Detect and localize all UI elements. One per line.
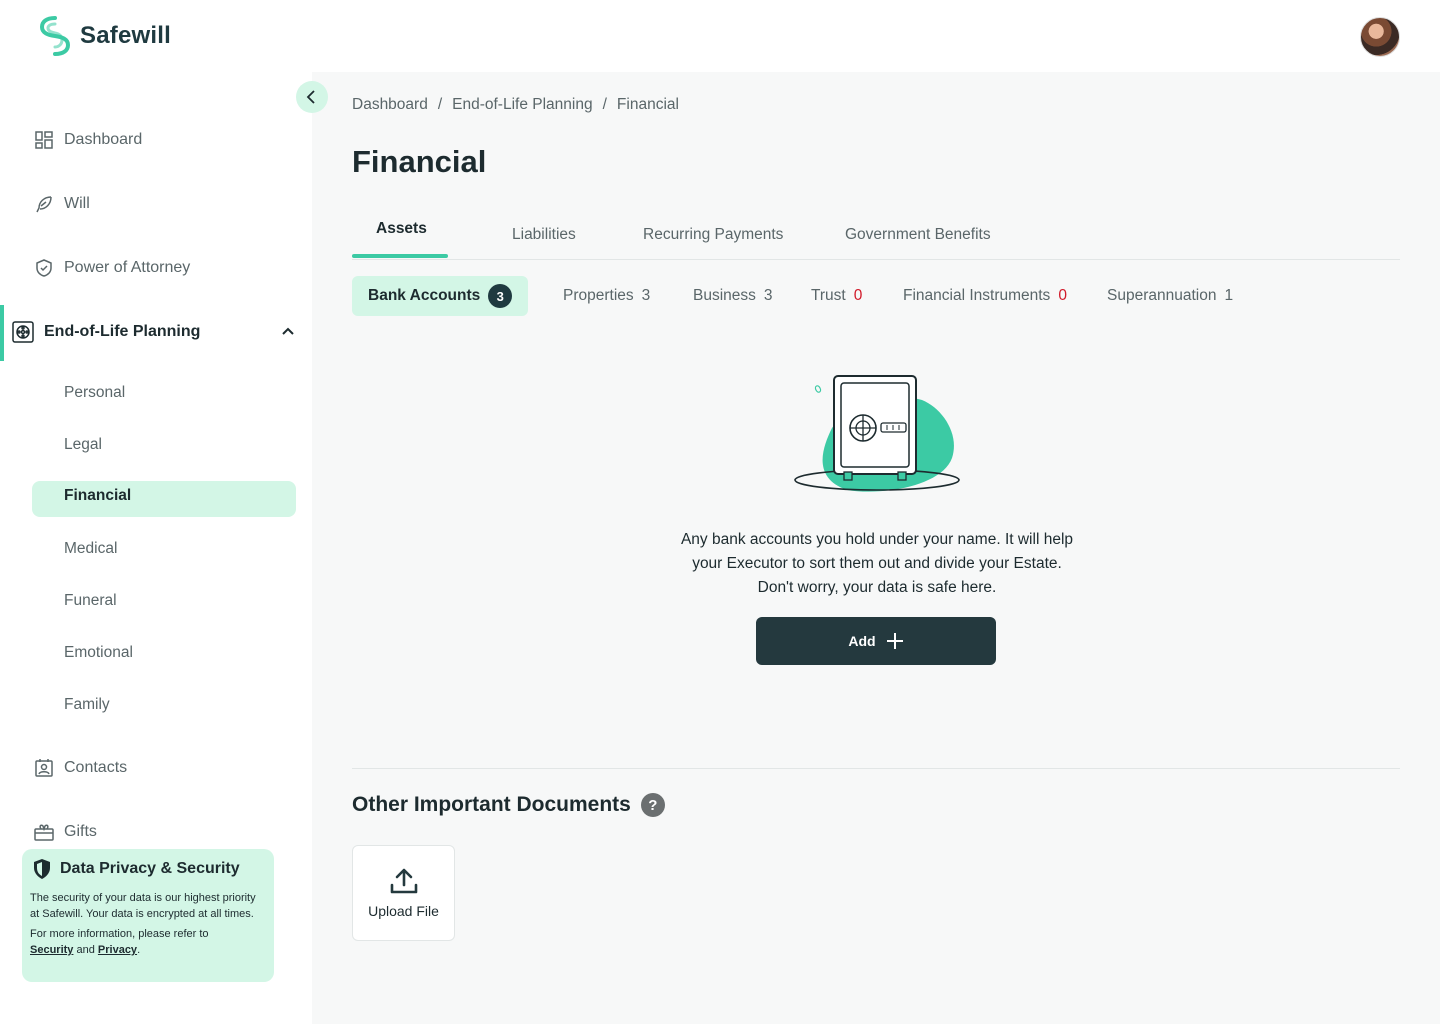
subtab-count-badge: 3 [488, 284, 513, 308]
sidebar-item-label: End-of-Life Planning [44, 323, 201, 340]
empty-state-text: Any bank accounts you hold under your na… [652, 528, 1102, 600]
subtab-label: Financial Instruments [903, 287, 1051, 304]
sidebar-subitem-family[interactable]: Family [64, 693, 110, 717]
sidebar-item-dashboard[interactable]: Dashboard [34, 124, 142, 156]
section-divider [352, 768, 1400, 769]
contact-card-icon [35, 759, 53, 777]
sidebar-item-power-of-attorney[interactable]: Power of Attorney [34, 252, 190, 284]
subtab-label: Bank Accounts [368, 287, 481, 304]
subtab-count: 3 [641, 287, 651, 304]
other-documents-heading: Other Important Documents ? [352, 793, 665, 817]
active-tab-underline [352, 254, 448, 258]
sidebar-item-label: Dashboard [64, 131, 143, 148]
sidebar-subitem-financial-label: Financial [64, 487, 132, 504]
subtab-count: 0 [1058, 287, 1067, 304]
privacy-card-body: The security of your data is our highest… [30, 890, 266, 958]
empty-state-line: Any bank accounts you hold under your na… [680, 531, 1074, 548]
subtab-count: 1 [1224, 287, 1234, 304]
sidebar-item-label: Gifts [64, 823, 97, 840]
security-link[interactable]: Security [30, 944, 73, 956]
sidebar-subitem-funeral[interactable]: Funeral [64, 589, 117, 613]
sidebar-subitem-medical[interactable]: Medical [64, 537, 117, 561]
upload-file-label: Upload File [368, 903, 439, 919]
upload-file-button[interactable]: Upload File [352, 845, 455, 941]
shield-check-icon [34, 859, 50, 879]
subtab-financial-instruments[interactable]: Financial Instruments 0 [903, 276, 1067, 316]
add-bank-account-button[interactable]: Add [756, 617, 996, 665]
subtab-label: Superannuation [1107, 287, 1217, 304]
tab-liabilities[interactable]: Liabilities [512, 226, 576, 260]
dashboard-icon [35, 131, 53, 149]
privacy-period: . [137, 944, 141, 956]
subtab-label: Trust [811, 287, 846, 304]
privacy-card-title: Data Privacy & Security [60, 860, 240, 877]
sidebar-subitem-legal[interactable]: Legal [64, 433, 102, 457]
subtab-business[interactable]: Business 3 [693, 276, 773, 316]
breadcrumb-separator: / [602, 96, 607, 113]
film-reel-icon [12, 321, 34, 343]
breadcrumb-separator: / [437, 96, 443, 113]
sidebar-subitem-emotional[interactable]: Emotional [64, 641, 133, 665]
user-avatar[interactable] [1360, 17, 1400, 57]
breadcrumb-end-of-life-planning[interactable]: End-of-Life Planning [452, 96, 592, 114]
empty-state-line: your Executor to sort them out and divid… [692, 555, 1062, 572]
plus-icon [886, 633, 903, 649]
safe-illustration [794, 375, 960, 492]
shield-icon [36, 259, 52, 277]
privacy-more-text: For more information, please refer to [30, 928, 209, 940]
tab-assets[interactable]: Assets [376, 220, 427, 254]
subtab-trust[interactable]: Trust 0 [811, 276, 862, 316]
sidebar-item-label: Contacts [64, 759, 128, 776]
page-title: Financial [352, 144, 487, 179]
privacy-link[interactable]: Privacy [98, 944, 137, 956]
subtab-label: Business [693, 287, 756, 304]
active-section-indicator [0, 305, 4, 361]
collapse-sidebar-button[interactable] [296, 81, 328, 113]
help-icon[interactable]: ? [640, 793, 665, 817]
subtab-properties[interactable]: Properties 3 [563, 276, 650, 316]
sidebar-item-gifts[interactable]: Gifts [34, 816, 97, 848]
subtab-bank-accounts[interactable]: Bank Accounts 3 [352, 276, 529, 316]
empty-state-line: Don't worry, your data is safe here. [757, 579, 997, 596]
top-bar: Safewill [0, 0, 1440, 72]
feather-icon [36, 196, 52, 213]
privacy-card-text: The security of your data is our highest… [30, 892, 256, 920]
chevron-up-icon[interactable] [280, 324, 296, 340]
main-content: Dashboard / End-of-Life Planning / Finan… [312, 72, 1440, 1024]
subtab-count: 3 [763, 287, 773, 304]
upload-icon [390, 868, 417, 894]
safewill-logo[interactable]: Safewill [38, 16, 171, 56]
other-documents-title: Other Important Documents [352, 793, 631, 816]
gift-icon [34, 824, 54, 841]
sidebar-item-label: Will [64, 195, 90, 212]
sidebar-subitem-personal[interactable]: Personal [64, 381, 125, 405]
sidebar-item-will[interactable]: Will [34, 188, 90, 220]
breadcrumb-financial: Financial [616, 96, 679, 113]
privacy-and-text: and [76, 944, 95, 956]
sidebar-item-contacts[interactable]: Contacts [34, 752, 127, 784]
subtab-label: Properties [563, 287, 634, 304]
sidebar-item-label: Power of Attorney [64, 259, 191, 276]
add-button-label: Add [848, 633, 876, 649]
tab-government-benefits[interactable]: Government Benefits [845, 226, 991, 260]
brand-name: Safewill [80, 22, 171, 49]
subtab-count: 0 [853, 287, 863, 304]
subtab-superannuation[interactable]: Superannuation 1 [1107, 276, 1233, 316]
privacy-card-more: For more information, please refer to Se… [30, 926, 266, 958]
sidebar-item-end-of-life-planning[interactable]: End-of-Life Planning [12, 316, 296, 348]
privacy-card-header: Data Privacy & Security [32, 858, 266, 880]
data-privacy-card: Data Privacy & Security The security of … [22, 849, 274, 982]
safewill-logo-icon [39, 16, 71, 56]
breadcrumb: Dashboard / End-of-Life Planning / Finan… [352, 96, 679, 114]
category-tabs: Assets Liabilities Recurring Payments Go… [352, 220, 1400, 260]
tab-recurring-payments[interactable]: Recurring Payments [643, 226, 783, 260]
breadcrumb-dashboard[interactable]: Dashboard [352, 96, 428, 114]
chevron-left-icon [306, 90, 315, 104]
